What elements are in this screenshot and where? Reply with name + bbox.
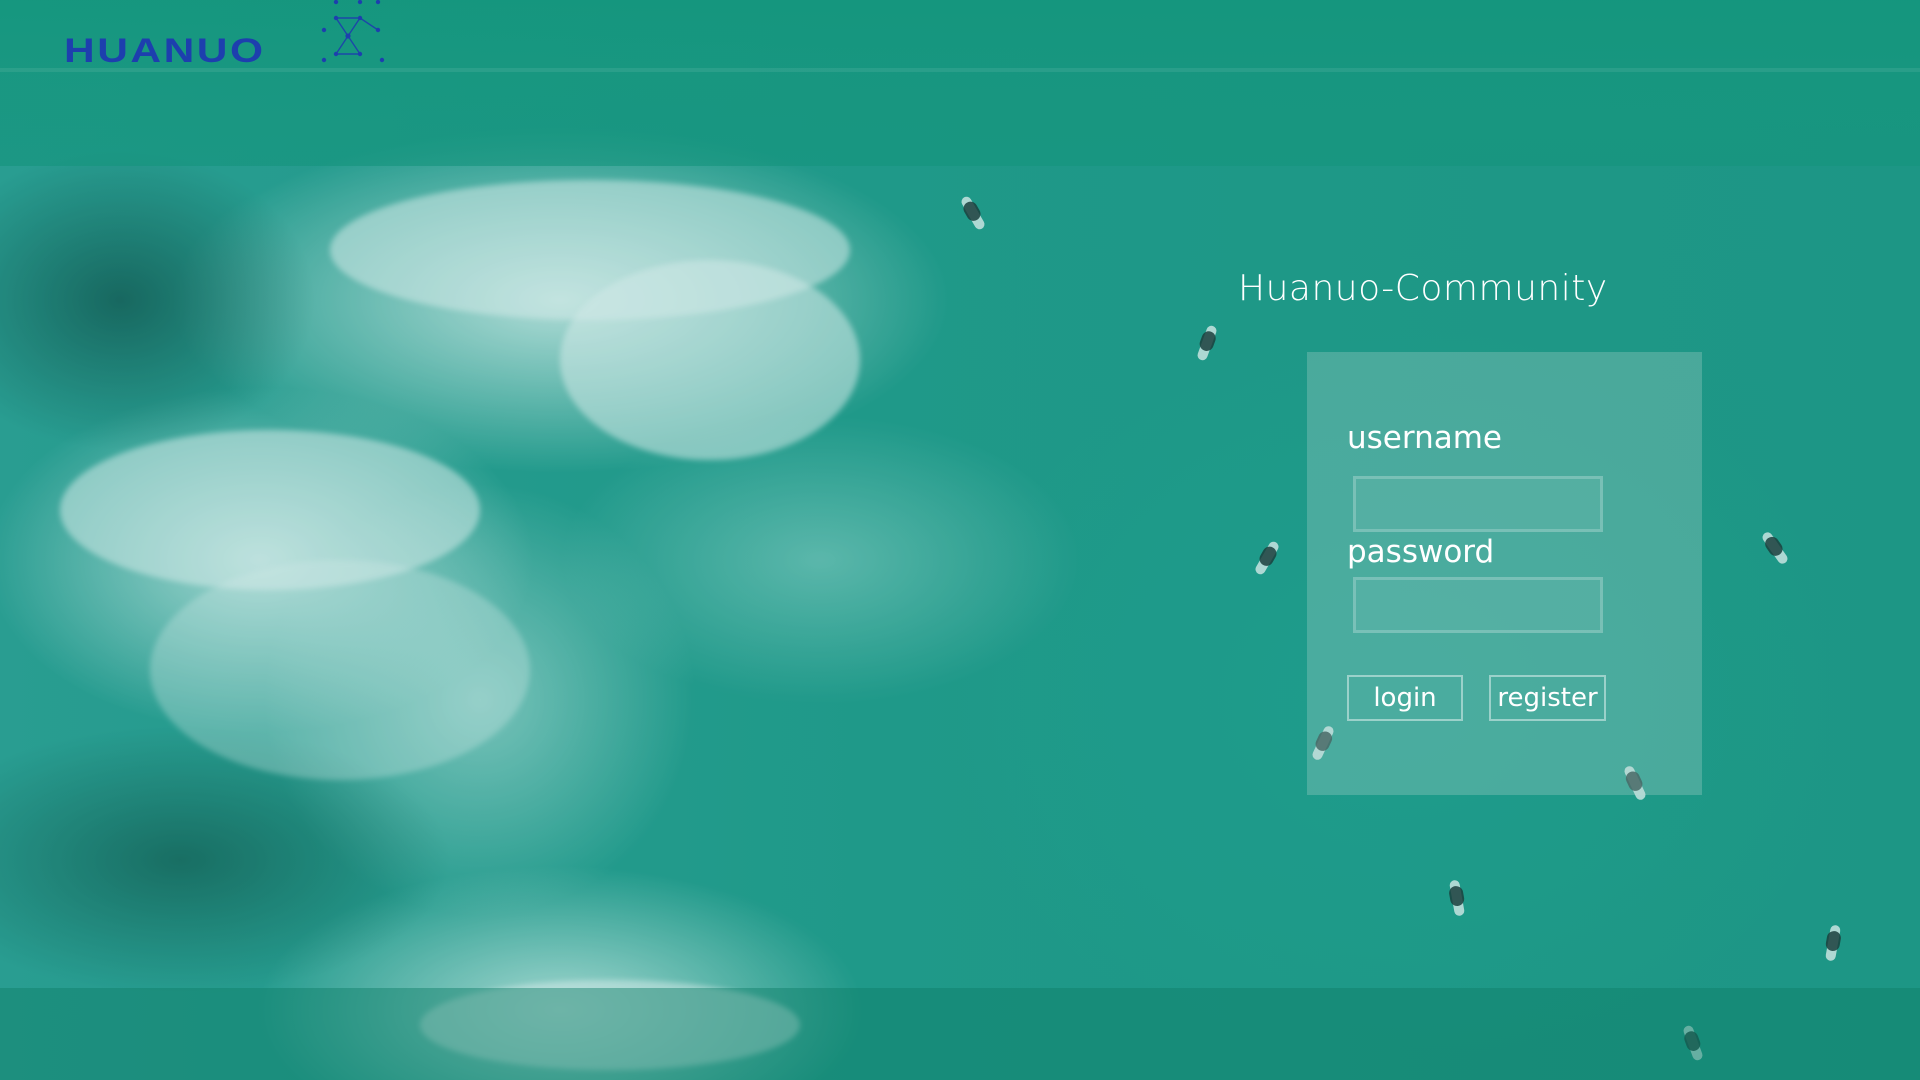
login-button[interactable]: login [1347,675,1463,721]
footer-band [0,988,1920,1080]
username-input[interactable] [1353,476,1603,532]
site-title: Huanuo-Community [1238,268,1608,309]
logo-text: HUANUO [64,31,266,70]
password-input[interactable] [1353,577,1603,633]
login-form: username password login register [1307,352,1702,795]
register-button[interactable]: register [1489,675,1606,721]
network-nodes-icon [316,0,396,76]
logo[interactable]: HUANUO [64,0,385,72]
header: HUANUO [0,0,1920,166]
username-label: username [1347,420,1502,456]
header-divider [0,68,1920,72]
password-label: password [1347,534,1495,570]
